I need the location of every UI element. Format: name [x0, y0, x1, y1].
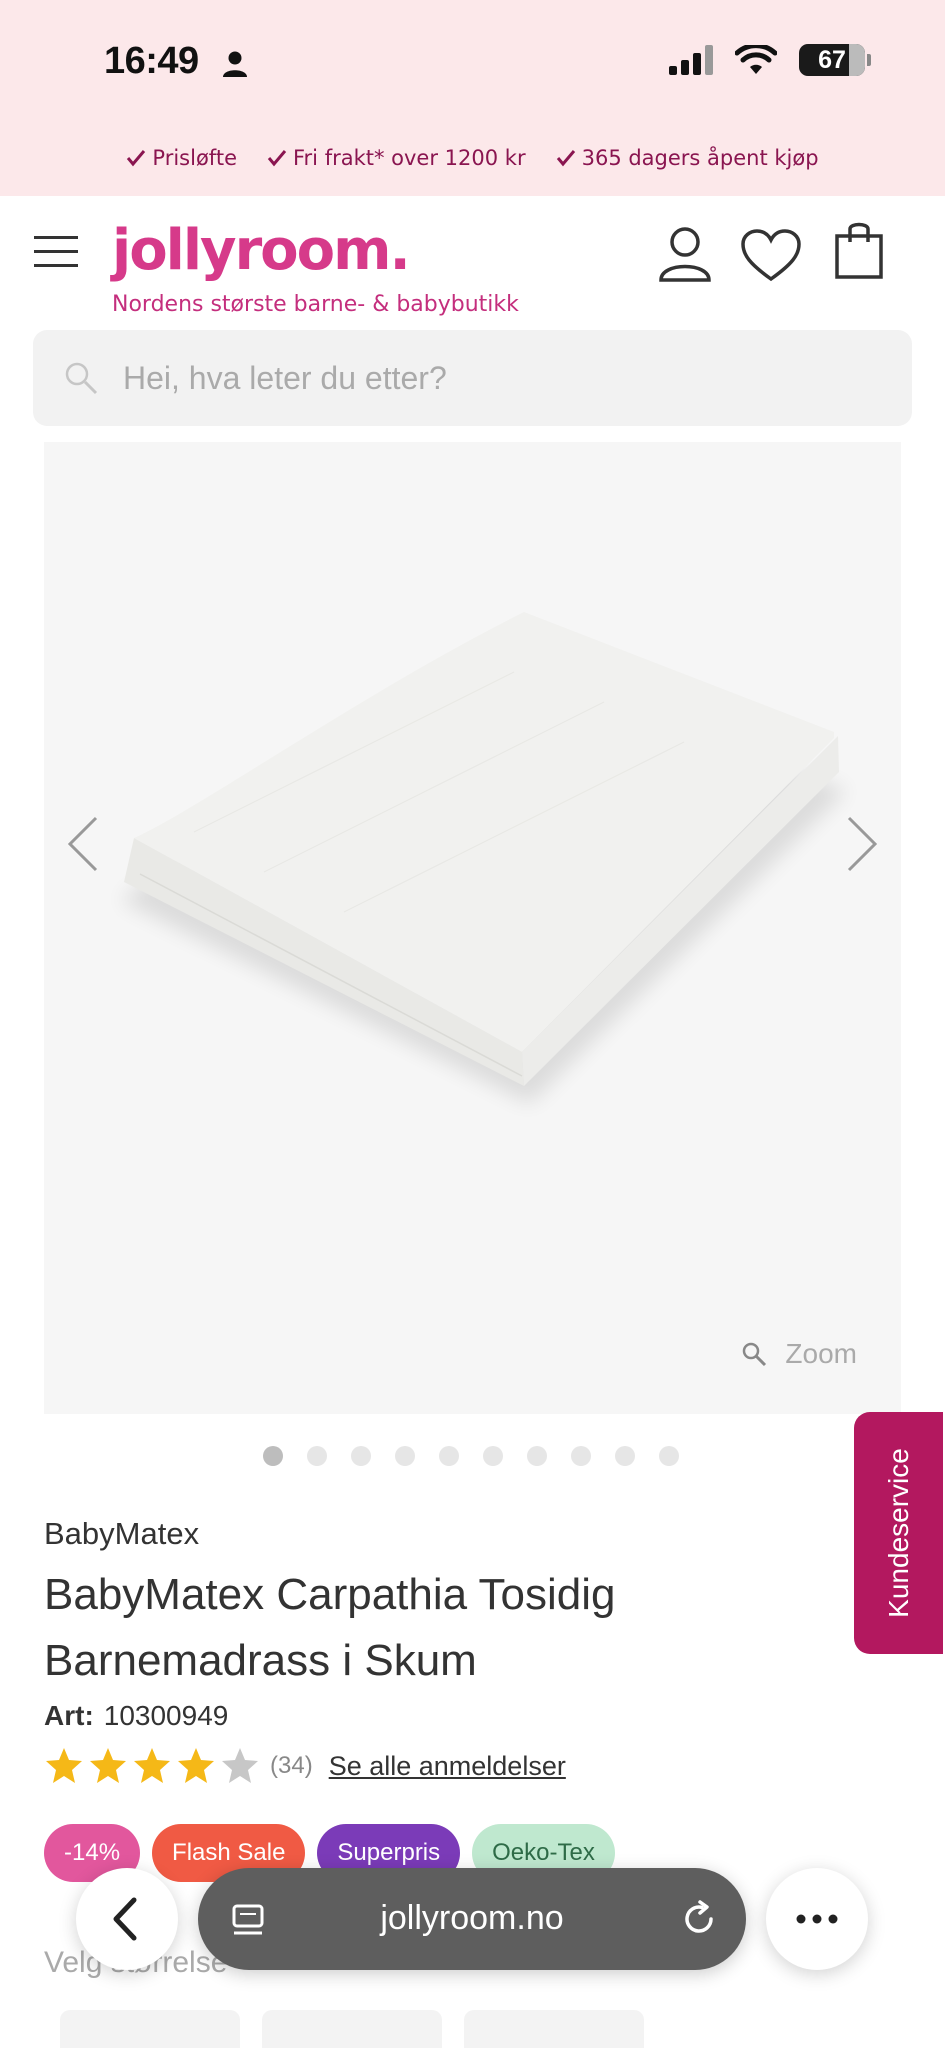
person-icon [223, 51, 247, 77]
search-input[interactable] [123, 330, 883, 426]
usp-item: Fri frakt* over 1200 kr [267, 146, 526, 170]
usp-label: 365 dagers åpent kjøp [581, 146, 819, 170]
zoom-button[interactable]: Zoom [741, 1338, 857, 1370]
carousel-dot[interactable] [570, 1446, 591, 1466]
search-bar [33, 330, 912, 426]
see-all-reviews-link[interactable]: Se alle anmeldelser [329, 1751, 566, 1782]
browser-address-bar[interactable]: jollyroom.no [198, 1868, 746, 1970]
usp-label: Fri frakt* over 1200 kr [293, 146, 526, 170]
size-option[interactable] [60, 2010, 240, 2048]
browser-back-button[interactable] [76, 1868, 178, 1970]
reload-icon[interactable] [680, 1900, 718, 1938]
carousel-dot[interactable] [526, 1446, 547, 1466]
status-time: 16:49 [104, 40, 199, 82]
usp-label: Prisløfte [152, 146, 237, 170]
carousel-dot[interactable] [350, 1446, 371, 1466]
carousel-dot[interactable] [306, 1446, 327, 1466]
carousel-dot[interactable] [438, 1446, 459, 1466]
size-option[interactable] [262, 2010, 442, 2048]
check-icon [556, 150, 575, 167]
shopping-bag-icon[interactable] [834, 220, 884, 280]
star-filled-icon [178, 1748, 214, 1783]
browser-more-button[interactable] [766, 1868, 868, 1970]
browser-url: jollyroom.no [380, 1899, 564, 1937]
product-title: BabyMatex Carpathia Tosidig Barnemadrass… [44, 1570, 616, 1685]
article-value: 10300949 [103, 1700, 229, 1731]
more-dots-icon [796, 1914, 838, 1924]
battery-indicator: 67 [799, 44, 871, 76]
size-options [60, 2010, 644, 2048]
site-header: jollyroom. Nordens største barne- & baby… [0, 196, 945, 326]
previous-image-arrow-icon[interactable] [64, 814, 104, 874]
product-image [120, 612, 847, 1104]
product-image-gallery[interactable]: Zoom [44, 442, 901, 1414]
review-count: (34) [270, 1752, 313, 1779]
usp-bar: Prisløfte Fri frakt* over 1200 kr 365 da… [0, 120, 945, 196]
customer-service-tab[interactable]: Kundeservice [854, 1412, 943, 1654]
carousel-dot[interactable] [394, 1446, 415, 1466]
tagline: Nordens største barne- & babybutikk [112, 292, 519, 317]
logo[interactable]: jollyroom. [112, 218, 411, 283]
next-image-arrow-icon[interactable] [841, 814, 881, 874]
product-brand[interactable]: BabyMatex [44, 1516, 199, 1552]
usp-item: 365 dagers åpent kjøp [556, 146, 819, 170]
carousel-dot[interactable] [482, 1446, 503, 1466]
star-empty-icon [222, 1748, 258, 1783]
wishlist-heart-icon[interactable] [740, 228, 802, 282]
search-icon [65, 362, 98, 395]
customer-service-label: Kundeservice [882, 1448, 914, 1618]
account-icon[interactable] [658, 226, 712, 282]
star-filled-icon [134, 1748, 170, 1783]
carousel-dot[interactable] [658, 1446, 679, 1466]
wifi-icon [735, 45, 777, 74]
menu-icon[interactable] [34, 236, 78, 268]
article-number: Art: 10300949 [44, 1700, 228, 1732]
zoom-magnifier-icon [743, 1342, 767, 1367]
star-filled-icon [46, 1748, 82, 1783]
carousel-dot[interactable] [262, 1446, 283, 1466]
usp-item: Prisløfte [126, 146, 237, 170]
star-filled-icon [90, 1748, 126, 1783]
rating: (34) Se alle anmeldelser [44, 1746, 566, 1786]
size-option[interactable] [464, 2010, 644, 2048]
check-icon [127, 150, 146, 167]
status-bar: 16:49 67 [0, 0, 945, 120]
carousel-dot[interactable] [614, 1446, 635, 1466]
carousel-dots [0, 1446, 945, 1466]
check-icon [267, 150, 287, 167]
zoom-label: Zoom [785, 1338, 857, 1369]
signal-icon [669, 45, 713, 75]
battery-level: 67 [818, 45, 846, 74]
chevron-left-icon [113, 1897, 137, 1941]
article-label: Art: [44, 1700, 94, 1731]
